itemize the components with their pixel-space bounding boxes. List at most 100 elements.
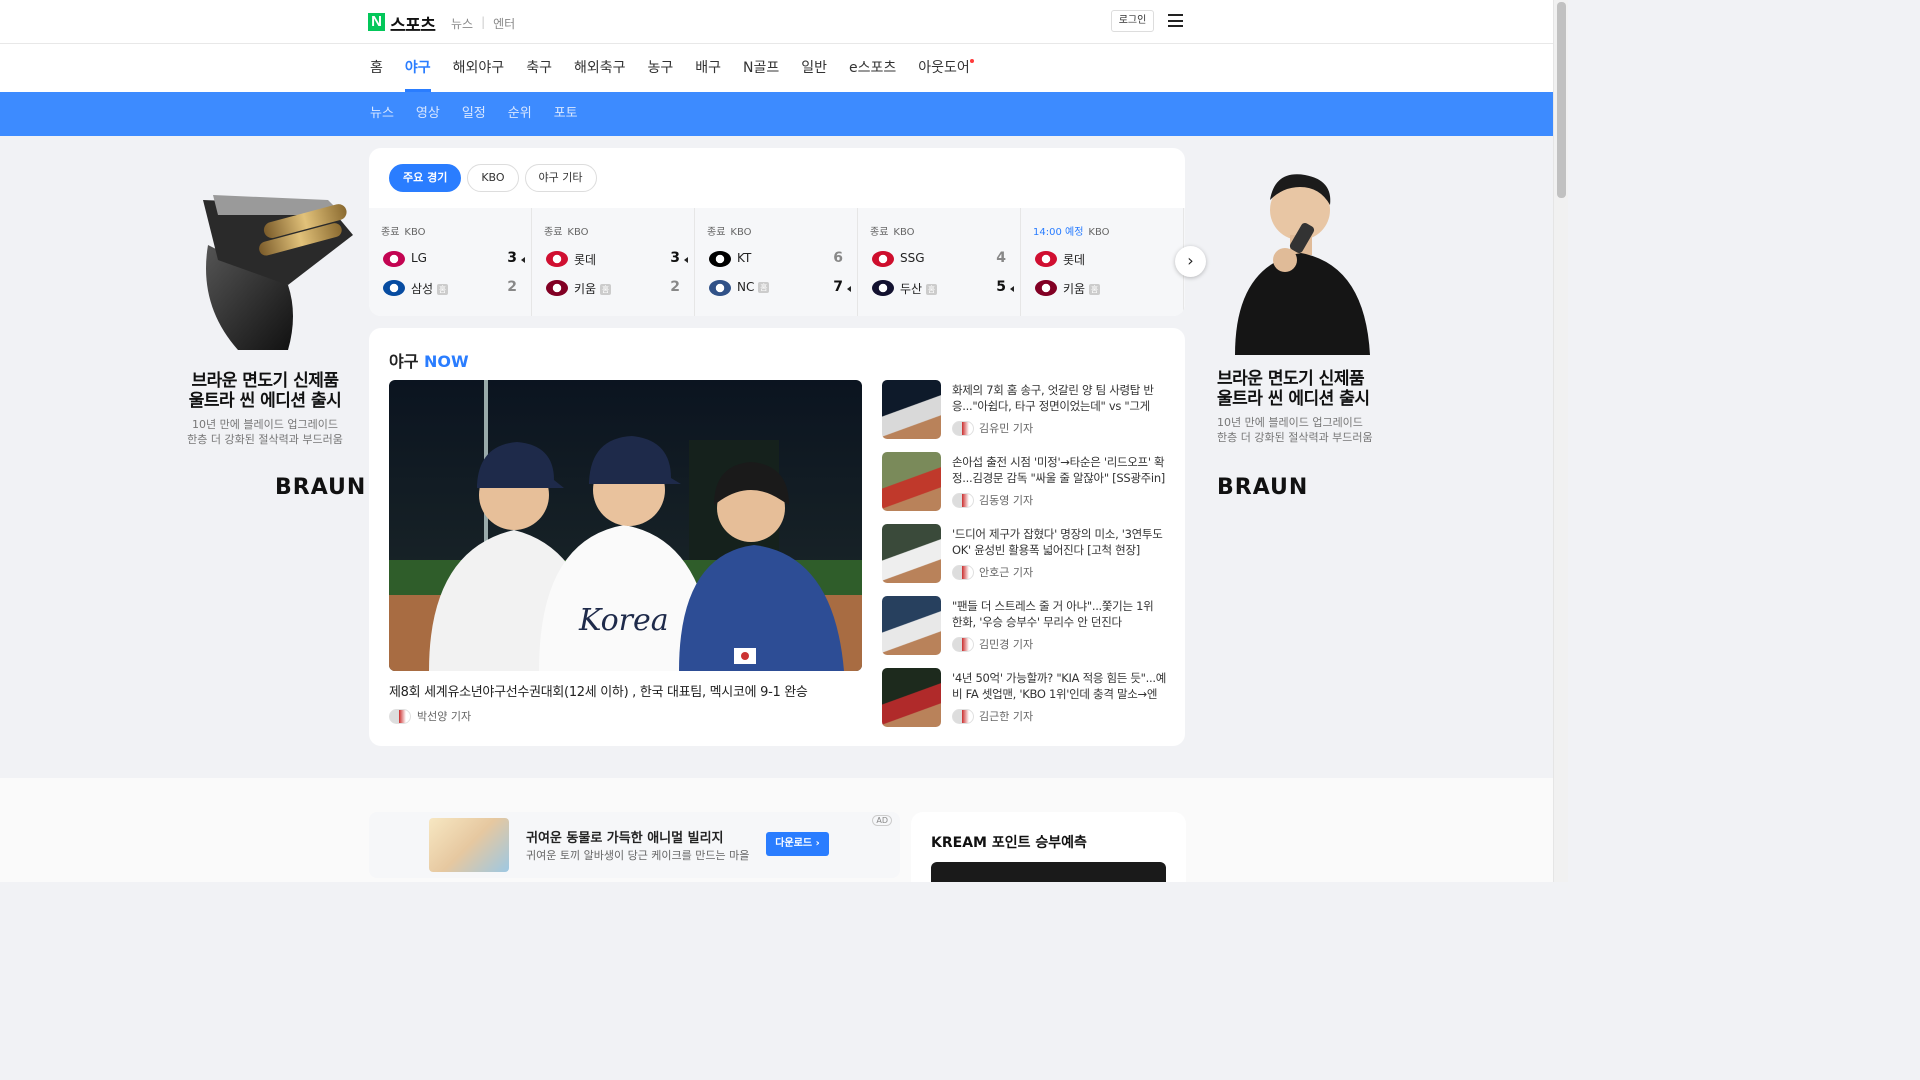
team-name: 키움 홈 xyxy=(1063,282,1101,296)
nav-football[interactable]: 축구 xyxy=(515,44,563,92)
news-title[interactable]: '4년 50억' 가능할까? "KIA 적응 힘든 듯"...예비 FA 셋업맨… xyxy=(952,670,1167,702)
team-row: 롯데 3 xyxy=(544,250,688,268)
top-link-news[interactable]: 뉴스 xyxy=(451,15,473,32)
game-card[interactable]: 종료 KBO SSG 4 두산 홈 5 xyxy=(858,208,1021,316)
subnav-news[interactable]: 뉴스 xyxy=(370,92,394,136)
ad-subtext-1: 10년 만에 블레이드 업그레이드 xyxy=(1217,416,1363,429)
team-name: 키움 홈 xyxy=(574,282,612,296)
news-thumbnail[interactable] xyxy=(882,380,941,439)
game-card[interactable]: 14:00 예정 KBO 롯데키움 홈 xyxy=(1021,208,1184,316)
top-links: 뉴스 | 엔터 xyxy=(451,15,515,32)
news-author: 김유민 기자 xyxy=(952,420,1033,436)
nav-outdoor[interactable]: 아웃도어 xyxy=(907,44,981,92)
team-logo-icon xyxy=(872,251,894,267)
win-marker-icon xyxy=(684,257,688,263)
team-name: 롯데 xyxy=(1063,253,1086,267)
download-button[interactable]: 다운로드 › xyxy=(766,832,829,856)
subnav-ranking[interactable]: 순위 xyxy=(508,92,532,136)
nav-golf[interactable]: N골프 xyxy=(732,44,790,92)
top-link-entertainment[interactable]: 엔터 xyxy=(493,15,515,32)
news-title[interactable]: '드디어 제구가 잡혔다' 명장의 미소, '3연투도 OK' 윤성빈 활용폭 … xyxy=(952,526,1167,558)
team-row: 롯데 xyxy=(1033,250,1173,268)
main-news-headline[interactable]: 제8회 세계유소년야구선수권대회(12세 이하) , 한국 대표팀, 멕시코에 … xyxy=(389,681,808,700)
nav-esports[interactable]: e스포츠 xyxy=(838,44,907,92)
ad-headline-1: 브라운 면도기 신제품 xyxy=(191,371,339,391)
home-badge: 홈 xyxy=(600,284,612,295)
main-news-photo[interactable]: Korea xyxy=(389,380,862,671)
news-title[interactable]: 손아섭 출전 시점 '미정'→타순은 '리드오프' 확정...김경문 감독 "싸… xyxy=(952,454,1167,486)
divider: | xyxy=(481,15,486,29)
news-list: 화제의 7회 홈 송구, 엇갈린 양 팀 사령탑 반응..."아쉽다, 타구 정… xyxy=(882,380,1167,740)
kream-image[interactable] xyxy=(931,862,1166,882)
nav-volleyball[interactable]: 배구 xyxy=(684,44,732,92)
team-score: 5 xyxy=(996,279,1006,295)
kream-title: KREAM 포인트 승부예측 xyxy=(931,835,1087,851)
naver-logo-icon[interactable]: N xyxy=(368,13,385,31)
login-button[interactable]: 로그인 xyxy=(1111,10,1154,32)
news-thumbnail[interactable] xyxy=(882,452,941,511)
home-badge: 홈 xyxy=(926,284,938,295)
main-news-author: 박선양 기자 xyxy=(389,708,471,724)
team-logo-icon xyxy=(1035,280,1057,296)
tab-main-games[interactable]: 주요 경기 xyxy=(389,164,462,192)
ad-subtext-1: 10년 만에 블레이드 업그레이드 xyxy=(192,418,338,431)
subnav-schedule[interactable]: 일정 xyxy=(462,92,486,136)
team-score: 2 xyxy=(507,279,517,295)
scrollbar-thumb[interactable] xyxy=(1557,2,1566,198)
news-item[interactable]: '4년 50억' 가능할까? "KIA 적응 힘든 듯"...예비 FA 셋업맨… xyxy=(882,668,1167,740)
nav-basketball[interactable]: 농구 xyxy=(636,44,684,92)
news-title[interactable]: 화제의 7회 홈 송구, 엇갈린 양 팀 사령탑 반응..."아쉽다, 타구 정… xyxy=(952,382,1167,414)
app-ad-banner[interactable]: 귀여운 동물로 가득한 애니멀 빌리지 귀여운 토끼 알바생이 당근 케이크를 … xyxy=(369,812,900,878)
news-thumbnail[interactable] xyxy=(882,596,941,655)
news-author: 김민경 기자 xyxy=(952,636,1033,652)
team-row: NC 홈 7 xyxy=(707,279,851,297)
team-logo-icon xyxy=(383,251,405,267)
ad-subtext-2: 한층 더 강화된 절삭력과 부드러움 xyxy=(187,433,343,446)
nav-baseball[interactable]: 야구 xyxy=(394,44,442,92)
game-card[interactable]: 종료 KBO KT 6 NC 홈 7 xyxy=(695,208,858,316)
left-side-ad[interactable]: 브라운 면도기 신제품 울트라 씬 에디션 출시 10년 만에 블레이드 업그레… xyxy=(165,175,365,505)
sub-nav: 뉴스 영상 일정 순위 포토 xyxy=(0,92,1553,136)
subnav-photo[interactable]: 포토 xyxy=(554,92,578,136)
game-card[interactable]: 종료 KBO 롯데 3 키움 홈 2 xyxy=(532,208,695,316)
tab-baseball-etc[interactable]: 야구 기타 xyxy=(524,164,597,192)
home-badge: 홈 xyxy=(1089,284,1101,295)
scores-strip: 종료 KBO LG 3 삼성 홈 2 종료 KBO 롯데 3 키움 홈 2 종료 KBO KT 6 NC 홈 7 종료 KB… xyxy=(369,208,1185,316)
subnav-video[interactable]: 영상 xyxy=(416,92,440,136)
game-status: 14:00 예정 KBO xyxy=(1033,227,1110,238)
news-thumbnail[interactable] xyxy=(882,524,941,583)
game-card[interactable]: 종료 KBO LG 3 삼성 홈 2 xyxy=(369,208,532,316)
app-ad-thumbnail xyxy=(429,818,509,872)
win-marker-icon xyxy=(1010,286,1014,292)
ad-headline-2: 울트라 씬 에디션 출시 xyxy=(188,391,342,411)
news-item[interactable]: 화제의 7회 홈 송구, 엇갈린 양 팀 사령탑 반응..."아쉽다, 타구 정… xyxy=(882,380,1167,452)
nav-overseas-baseball[interactable]: 해외야구 xyxy=(442,44,516,92)
team-score: 4 xyxy=(996,250,1006,266)
nav-home[interactable]: 홈 xyxy=(370,44,394,92)
tab-kbo[interactable]: KBO xyxy=(467,164,519,192)
news-author: 김동영 기자 xyxy=(952,492,1033,508)
nav-general[interactable]: 일반 xyxy=(790,44,838,92)
news-title[interactable]: "팬들 더 스트레스 줄 거 아냐"...쫓기는 1위 한화, '우승 승부수'… xyxy=(952,598,1167,630)
ad-subtext-2: 한층 더 강화된 절삭력과 부드러움 xyxy=(1217,431,1373,444)
team-logo-icon xyxy=(546,251,568,267)
team-logo-icon xyxy=(546,280,568,296)
hamburger-menu-icon[interactable] xyxy=(1168,14,1183,27)
scrollbar[interactable] xyxy=(1553,0,1568,882)
team-name: LG xyxy=(411,251,427,265)
game-status: 종료 KBO xyxy=(381,227,426,238)
right-side-ad[interactable]: 브라운 면도기 신제품 울트라 씬 에디션 출시 10년 만에 블레이드 업그레… xyxy=(1190,165,1390,505)
news-thumbnail[interactable] xyxy=(882,668,941,727)
team-logo-icon xyxy=(709,280,731,296)
news-item[interactable]: "팬들 더 스트레스 줄 거 아냐"...쫓기는 1위 한화, '우승 승부수'… xyxy=(882,596,1167,668)
team-logo-icon xyxy=(709,251,731,267)
news-item[interactable]: 손아섭 출전 시점 '미정'→타순은 '리드오프' 확정...김경문 감독 "싸… xyxy=(882,452,1167,524)
team-name: 두산 홈 xyxy=(900,282,938,296)
team-name: 롯데 xyxy=(574,253,597,267)
sports-logo-text[interactable]: 스포츠 xyxy=(390,11,436,36)
braun-logo: BRAUN xyxy=(1217,475,1309,500)
nav-overseas-football[interactable]: 해외축구 xyxy=(563,44,637,92)
next-arrow-icon[interactable]: › xyxy=(1175,246,1206,277)
news-item[interactable]: '드디어 제구가 잡혔다' 명장의 미소, '3연투도 OK' 윤성빈 활용폭 … xyxy=(882,524,1167,596)
new-dot-icon xyxy=(969,59,974,63)
